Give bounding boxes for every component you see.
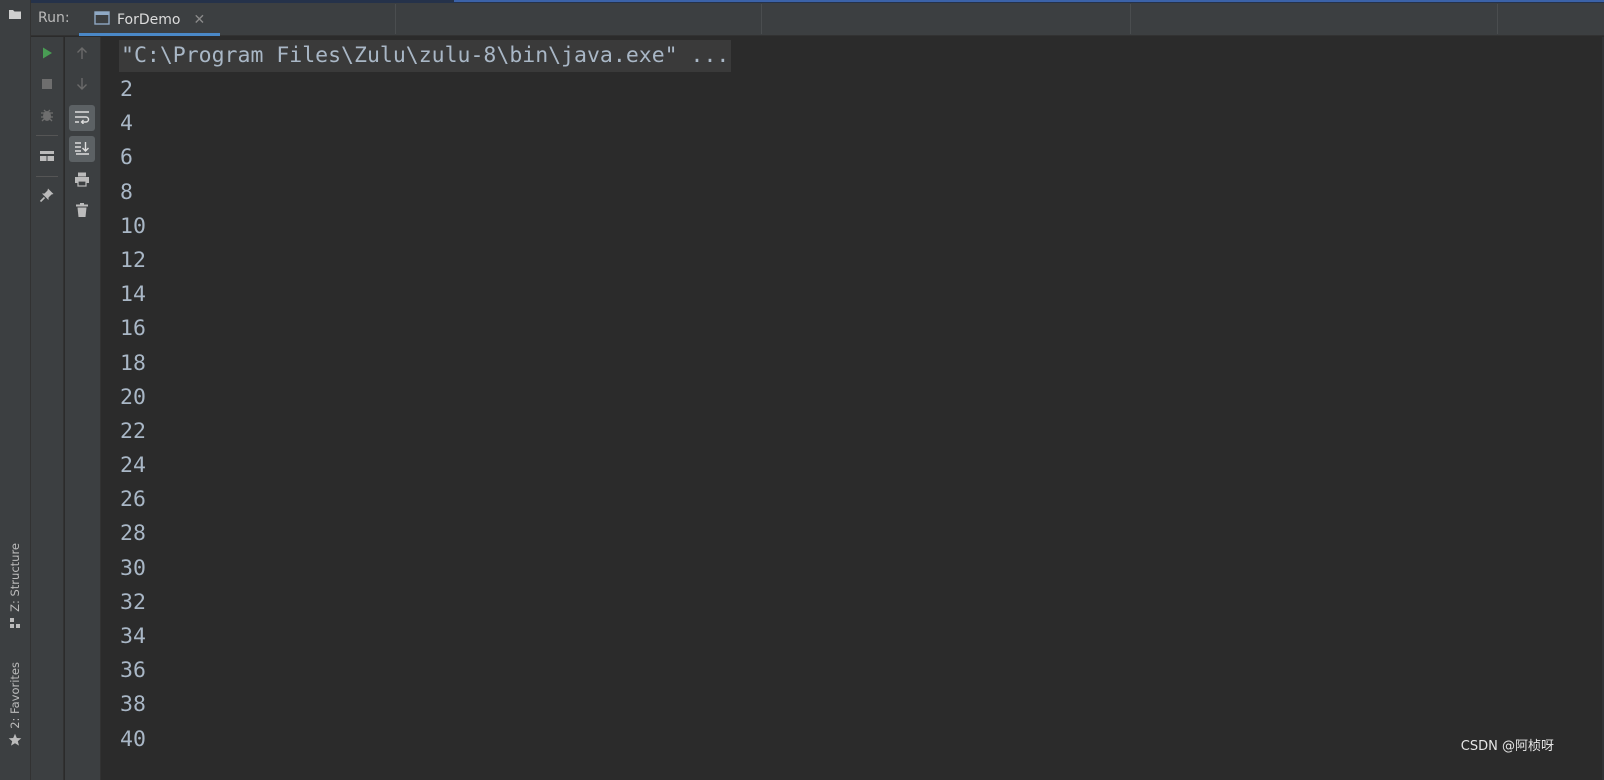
header-divider	[395, 4, 396, 34]
console-line: 12	[120, 247, 146, 273]
up-arrow-icon	[75, 45, 89, 64]
console-line: 20	[120, 384, 146, 410]
console-line: 22	[120, 418, 146, 444]
structure-icon	[9, 617, 21, 632]
console-line: 28	[120, 521, 146, 547]
tab-fordemo[interactable]: ForDemo ✕	[79, 3, 220, 36]
console-line: 40	[120, 726, 146, 752]
close-icon[interactable]: ✕	[193, 12, 205, 28]
scroll-to-end-icon	[74, 140, 90, 159]
down-arrow-icon	[75, 76, 89, 95]
console-output[interactable]: "C:\Program Files\Zulu\zulu-8\bin\java.e…	[101, 37, 1604, 780]
top-accent-line	[31, 0, 1604, 3]
console-tab-icon	[94, 10, 110, 29]
console-line: 26	[120, 487, 146, 513]
console-line: 38	[120, 692, 146, 718]
print-icon	[74, 171, 90, 191]
console-line: 2	[120, 77, 133, 102]
structure-tab[interactable]: Z: Structure	[0, 543, 30, 632]
project-folder-icon[interactable]	[0, 0, 30, 28]
layout-button[interactable]	[34, 144, 60, 170]
structure-tab-label: Z: Structure	[8, 543, 22, 612]
console-line: 30	[120, 555, 146, 581]
console-line: 24	[120, 453, 146, 479]
soft-wrap-icon	[74, 109, 90, 128]
favorites-tab-label: 2: Favorites	[8, 662, 22, 729]
console-line: 36	[120, 658, 146, 684]
rerun-button[interactable]	[34, 41, 60, 67]
rerun-icon	[40, 45, 54, 64]
run-toolbar-right	[65, 37, 101, 780]
left-tool-stripe: Z: Structure 2: Favorites	[0, 0, 31, 780]
trash-icon	[75, 202, 89, 222]
debug-button[interactable]	[34, 104, 60, 130]
toolbar-separator	[36, 135, 58, 136]
console-line: 16	[120, 316, 146, 342]
layout-icon	[39, 148, 55, 167]
console-line: 18	[120, 350, 146, 376]
console-line: 34	[120, 624, 146, 649]
pin-icon	[39, 187, 55, 207]
soft-wrap-button[interactable]	[69, 105, 95, 131]
header-divider	[1497, 4, 1498, 34]
header-divider	[761, 4, 762, 34]
command-line[interactable]: "C:\Program Files\Zulu\zulu-8\bin\java.e…	[119, 40, 732, 72]
scroll-to-end-button[interactable]	[69, 136, 95, 162]
debug-icon	[39, 107, 55, 127]
console-line: 6	[120, 145, 133, 171]
previous-occurrence-button[interactable]	[69, 41, 95, 67]
watermark: CSDN @阿桢呀	[1460, 739, 1554, 754]
clear-all-button[interactable]	[69, 199, 95, 225]
run-toolbar-left	[31, 37, 64, 780]
run-header	[31, 0, 1604, 36]
output-lines: 2 4 6 8 10 12 14 16 18 20 22 24 26 28 30 32 34 36 38 40	[120, 73, 146, 757]
run-label: Run:	[38, 10, 70, 26]
console-line: 32	[120, 589, 146, 615]
toolbar-separator	[36, 176, 58, 177]
console-line: 8	[120, 179, 133, 205]
console-line: 4	[120, 111, 133, 137]
run-tool-window: Z: Structure 2: Favorites Run: ForDemo ✕…	[0, 0, 1604, 780]
next-occurrence-button[interactable]	[69, 72, 95, 98]
console-line: 14	[120, 282, 146, 308]
header-divider	[1130, 4, 1131, 34]
stop-icon	[40, 76, 54, 95]
tab-selected-indicator	[79, 33, 220, 36]
stop-button[interactable]	[34, 72, 60, 98]
console-line: 10	[120, 213, 146, 239]
pin-button[interactable]	[34, 184, 60, 210]
star-icon	[8, 733, 22, 750]
tab-label: ForDemo	[117, 11, 181, 28]
print-button[interactable]	[69, 168, 95, 194]
favorites-tab[interactable]: 2: Favorites	[0, 662, 30, 750]
